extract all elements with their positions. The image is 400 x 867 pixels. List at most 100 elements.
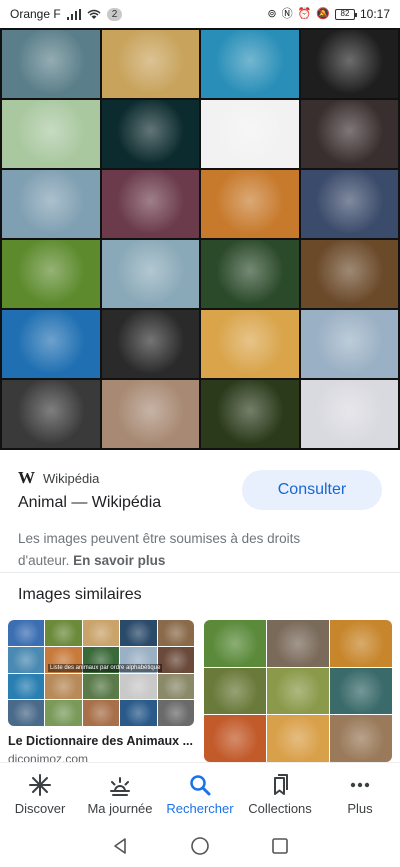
thumbnail-tile <box>204 715 266 762</box>
wikipedia-logo-icon: W <box>18 468 35 487</box>
status-right: ⊚ Ⓝ ⏰ 🔕 82 10:17 <box>267 7 390 21</box>
wifi-icon <box>87 9 101 19</box>
nfc-icon: Ⓝ <box>281 8 293 20</box>
nav-my-day[interactable]: Ma journée <box>80 763 160 824</box>
notification-count-badge: 2 <box>106 7 123 21</box>
ladybug-photo <box>2 240 100 308</box>
shell-photo <box>2 170 100 238</box>
carrier-label: Orange F <box>10 7 61 21</box>
thumbnail-tile <box>8 646 45 673</box>
nav-label: Collections <box>248 801 312 816</box>
sea-squirt-photo <box>300 170 398 238</box>
nav-more[interactable]: Plus <box>320 763 400 824</box>
status-bar: Orange F 2 ⊚ Ⓝ ⏰ 🔕 82 10:17 <box>0 0 400 28</box>
coral-reef-photo <box>201 30 299 98</box>
tiger-photo <box>201 170 299 238</box>
nav-label: Plus <box>347 801 373 816</box>
source-name: Wikipédia <box>43 470 100 486</box>
similar-image-thumbnail[interactable] <box>204 620 392 762</box>
back-icon[interactable] <box>111 837 129 855</box>
thumbnail-tile <box>8 700 45 726</box>
flatworm-photo <box>201 380 299 448</box>
giant-clam-photo <box>101 170 199 238</box>
sea-worm-photo <box>300 100 398 168</box>
hotspot-icon: ⊚ <box>267 8 277 20</box>
copyright-notice: Les images peuvent être soumises à des d… <box>18 528 338 572</box>
sponge-figure-photo <box>300 380 398 448</box>
thumbnail-tile <box>267 620 329 667</box>
signal-icon <box>66 8 81 20</box>
thumbnail-tile <box>45 700 82 726</box>
blue-jay-photo <box>300 310 398 378</box>
bottom-navigation: Discover Ma journée Rechercher Collectio… <box>0 762 400 824</box>
battery-icon: 82 <box>334 8 357 20</box>
thumbnail-tile <box>267 715 329 762</box>
thumbnail-tile <box>8 673 45 700</box>
thumbnail-tile <box>82 673 120 700</box>
result-info-panel: W Wikipédia Animal — Wikipédia Consulter… <box>0 452 400 572</box>
thumbnail-tile <box>8 620 45 646</box>
result-title[interactable]: Animal — Wikipédia <box>18 494 161 512</box>
thumbnail-tile <box>45 620 82 646</box>
alarm-icon: ⏰ <box>297 8 312 20</box>
animal-collage-image[interactable] <box>0 28 400 450</box>
shark-photo <box>2 310 100 378</box>
sunrise-icon <box>110 777 130 796</box>
mute-bell-icon: 🔕 <box>316 8 330 20</box>
similar-card-title[interactable]: Le Dictionnaire des Animaux ... <box>8 734 194 748</box>
more-icon <box>350 782 370 788</box>
thumbnail-tile <box>330 667 392 715</box>
similar-image-card[interactable] <box>204 620 392 762</box>
crocodile-photo <box>2 30 100 98</box>
similar-images-heading: Images similaires <box>18 586 142 603</box>
thumbnail-tile <box>157 646 194 673</box>
learn-more-link[interactable]: En savoir plus <box>73 553 165 568</box>
thumbnail-tile <box>157 620 194 646</box>
crab-photo <box>101 310 199 378</box>
sparkle-icon <box>29 774 51 796</box>
hydra-photo <box>201 240 299 308</box>
nav-label: Ma journée <box>87 801 153 816</box>
nav-label: Rechercher <box>166 801 234 816</box>
divider <box>0 572 400 573</box>
recents-icon[interactable] <box>271 837 289 855</box>
nav-search[interactable]: Rechercher <box>160 763 240 824</box>
similar-image-card[interactable]: Liste des animaux par ordre alphabétique… <box>8 620 194 766</box>
thumbnail-tile <box>330 715 392 762</box>
dinosaurs-photo <box>2 100 100 168</box>
nav-discover[interactable]: Discover <box>0 763 80 824</box>
spotted-beetle-photo <box>201 100 299 168</box>
nav-label: Discover <box>14 801 66 816</box>
bookmark-icon <box>274 774 288 795</box>
thumbnail-tile <box>204 667 266 715</box>
sponge-photo <box>201 310 299 378</box>
status-left: Orange F 2 <box>10 7 123 21</box>
thumbnail-tile <box>82 620 120 646</box>
nav-collections[interactable]: Collections <box>240 763 320 824</box>
jumping-spider-photo <box>101 380 199 448</box>
thumbnail-tile <box>157 700 194 726</box>
thumbnail-tile <box>204 620 266 667</box>
system-navigation-bar <box>0 824 400 867</box>
clock: 10:17 <box>359 7 390 21</box>
thumbnail-tile <box>120 620 157 646</box>
thumbnail-tile <box>330 620 392 667</box>
thumbnail-tile <box>120 700 157 726</box>
tardigrade-photo <box>101 240 199 308</box>
jellyfish-photo <box>101 100 199 168</box>
bat-photo <box>2 380 100 448</box>
octopus-photo <box>300 30 398 98</box>
starfish-photo <box>101 30 199 98</box>
moray-eel-photo <box>300 240 398 308</box>
consult-button[interactable]: Consulter <box>242 470 382 510</box>
source-row[interactable]: W Wikipédia <box>18 468 99 488</box>
home-icon[interactable] <box>190 836 210 856</box>
similar-image-thumbnail[interactable]: Liste des animaux par ordre alphabétique <box>8 620 194 726</box>
thumbnail-tile <box>267 667 329 715</box>
thumbnail-tile <box>157 673 194 700</box>
thumbnail-caption: Liste des animaux par ordre alphabétique <box>48 664 163 672</box>
thumbnail-tile <box>82 700 120 726</box>
search-icon <box>190 775 211 796</box>
thumbnail-tile <box>120 673 157 700</box>
thumbnail-tile <box>45 673 82 700</box>
